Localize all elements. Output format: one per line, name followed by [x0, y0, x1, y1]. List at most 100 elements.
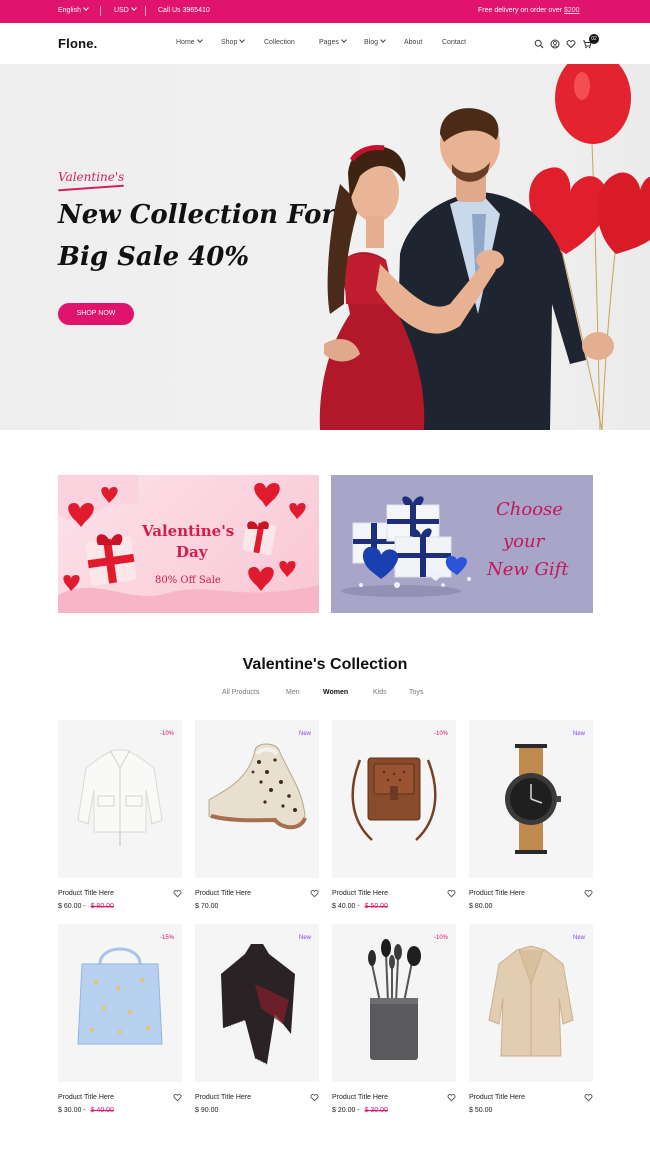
banner-title-line1: Valentine's: [142, 522, 235, 540]
product-image[interactable]: -10%: [332, 720, 456, 878]
language-label: English: [58, 7, 81, 14]
old-price: $ 50.00: [364, 903, 388, 910]
currency-selector[interactable]: USD: [114, 5, 137, 14]
hero-slider: Valentine's New Collection For Big Sale …: [0, 64, 650, 430]
banner-title-line2: Day: [176, 543, 208, 561]
nav-label: Blog: [364, 39, 379, 46]
product-image[interactable]: -10%: [332, 924, 456, 1082]
product-price: $ 60.00 - $ 80.00: [58, 903, 114, 910]
top-bar: English USD Call Us 3965410 Free deliver…: [0, 0, 650, 23]
nav-contact[interactable]: Contact: [442, 39, 466, 46]
free-delivery-text: Free delivery on order over $200: [478, 7, 580, 14]
beige-coat-image: [488, 945, 574, 1057]
site-header: Flone. Home Shop Collection Pages Blog A…: [0, 23, 650, 64]
hero-script-text: Valentine's: [58, 170, 125, 184]
tab-kids[interactable]: Kids: [373, 689, 387, 696]
wishlist-heart-icon[interactable]: [310, 889, 319, 898]
product-price: $ 80.00: [469, 903, 493, 910]
new-badge: New: [298, 731, 311, 737]
white-jacket-image: [77, 749, 163, 846]
product-title[interactable]: Product Title Here: [469, 890, 525, 897]
script-underline: [58, 184, 124, 192]
chevron-down-icon: [341, 37, 347, 43]
product-title[interactable]: Product Title Here: [58, 890, 114, 897]
delivery-amount: $200: [563, 7, 580, 14]
leopard-shoe-image: [208, 743, 307, 830]
product-title[interactable]: Product Title Here: [332, 1094, 388, 1101]
nav-collection[interactable]: Collection: [264, 39, 295, 46]
divider: [100, 6, 101, 16]
tab-women[interactable]: Women: [323, 689, 348, 696]
product-image[interactable]: New: [195, 924, 319, 1082]
account-icon[interactable]: [550, 39, 560, 49]
chevron-down-icon: [83, 5, 89, 11]
makeup-brushes-image: [368, 939, 421, 1060]
valentines-day-banner[interactable]: Valentine's Day 80% Off Sale: [58, 475, 319, 613]
section-title: Valentine's Collection: [242, 656, 408, 673]
chevron-down-icon: [130, 5, 137, 11]
product-image[interactable]: New: [195, 720, 319, 878]
discount-badge: -10%: [433, 731, 448, 737]
nav-home[interactable]: Home: [176, 37, 203, 46]
product-title[interactable]: Product Title Here: [195, 1094, 251, 1101]
search-icon[interactable]: [534, 39, 544, 49]
nav-label: Shop: [221, 39, 238, 46]
product-price: $ 90.00: [195, 1107, 219, 1114]
discount-badge: -10%: [433, 935, 448, 941]
product-price: $ 70.00: [195, 903, 219, 910]
divider: [145, 6, 146, 16]
new-badge: New: [572, 935, 585, 941]
product-image[interactable]: New: [469, 720, 593, 878]
product-title[interactable]: Product Title Here: [469, 1094, 525, 1101]
leather-bag-image: [351, 757, 437, 841]
delivery-label: Free delivery on order over: [478, 7, 564, 14]
nav-pages[interactable]: Pages: [319, 37, 347, 46]
watch-image: [505, 744, 561, 854]
current-price: $ 30.00: [58, 1107, 82, 1114]
product-price: $ 30.00 - $ 40.00: [58, 1107, 114, 1114]
tab-toys[interactable]: Toys: [409, 689, 423, 696]
wishlist-heart-icon[interactable]: [447, 1093, 456, 1102]
logo[interactable]: Flone.: [58, 36, 97, 51]
hero-title-line1: New Collection For: [58, 200, 336, 230]
wishlist-heart-icon[interactable]: [310, 1093, 319, 1102]
nav-label: Home: [176, 39, 195, 46]
chevron-down-icon: [380, 37, 386, 43]
tote-bag-image: [77, 947, 163, 1045]
product-title[interactable]: Product Title Here: [195, 890, 251, 897]
wishlist-heart-icon[interactable]: [173, 889, 182, 898]
nav-shop[interactable]: Shop: [221, 37, 246, 46]
banner-title-line3: New Gift: [487, 559, 569, 580]
current-price: $ 20.00: [332, 1107, 356, 1114]
product-title[interactable]: Product Title Here: [332, 890, 388, 897]
product-image[interactable]: New: [469, 924, 593, 1082]
product-price: $ 50.00: [469, 1107, 493, 1114]
banner-subtitle: 80% Off Sale: [155, 575, 221, 586]
product-image[interactable]: -15%: [58, 924, 182, 1082]
nav-label: Pages: [319, 39, 339, 46]
shop-now-button[interactable]: SHOP NOW: [58, 303, 134, 325]
product-title[interactable]: Product Title Here: [58, 1094, 114, 1101]
banner-title-line1: Choose: [496, 499, 563, 520]
wishlist-heart-icon[interactable]: [447, 889, 456, 898]
call-us-text: Call Us 3965410: [158, 7, 210, 14]
old-price: $ 40.00: [90, 1107, 114, 1114]
product-image[interactable]: -10%: [58, 720, 182, 878]
wishlist-icon[interactable]: [566, 39, 576, 49]
choose-gift-banner[interactable]: Choose your New Gift: [331, 475, 593, 613]
banner-title-line2: your: [503, 531, 545, 552]
old-price: $ 80.00: [90, 903, 114, 910]
wishlist-heart-icon[interactable]: [173, 1093, 182, 1102]
nav-blog[interactable]: Blog: [364, 37, 386, 46]
wishlist-heart-icon[interactable]: [584, 1093, 593, 1102]
nav-about[interactable]: About: [404, 39, 422, 46]
language-selector[interactable]: English: [58, 5, 89, 14]
tab-men[interactable]: Men: [286, 689, 300, 696]
wishlist-heart-icon[interactable]: [584, 889, 593, 898]
hero-couple-image: [319, 64, 650, 430]
product-price: $ 20.00 - $ 30.00: [332, 1107, 388, 1114]
product-price: $ 40.00 - $ 50.00: [332, 903, 388, 910]
currency-label: USD: [114, 7, 129, 14]
tab-all-products[interactable]: All Products: [222, 689, 259, 696]
gift-boxes-illustration: [341, 496, 471, 597]
